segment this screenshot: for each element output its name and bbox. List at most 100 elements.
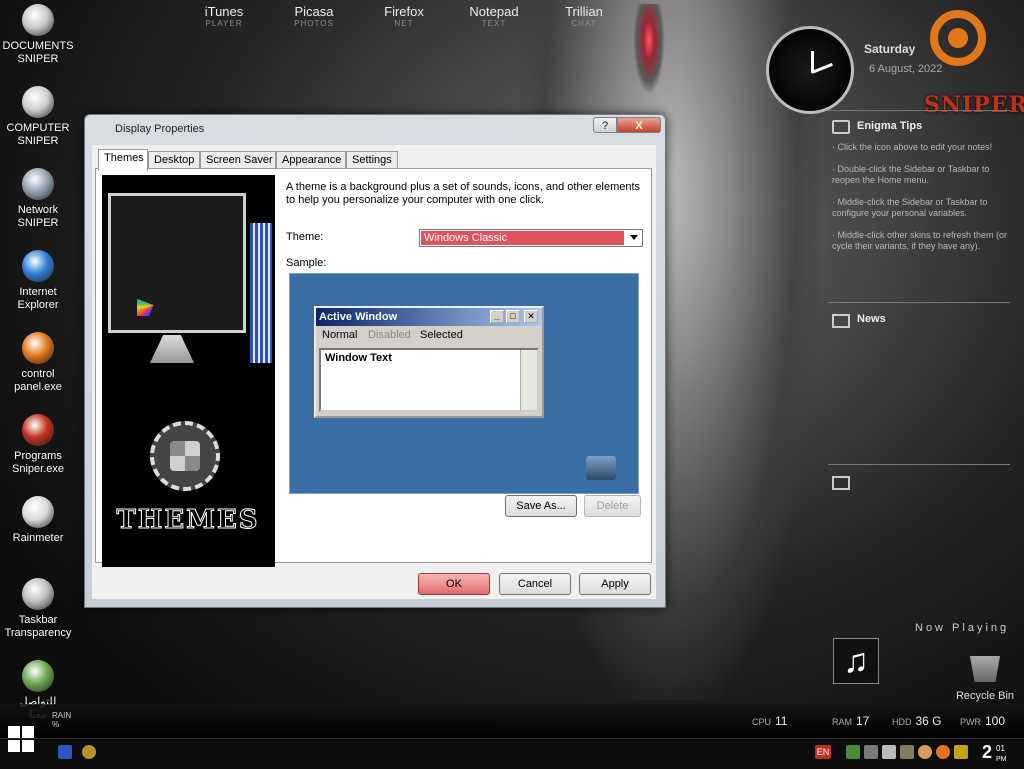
clock-hour: 2 bbox=[982, 742, 993, 762]
theme-select[interactable]: Windows Classic bbox=[419, 229, 643, 247]
dock-app-itunes[interactable]: iTunes PLAYER bbox=[196, 4, 252, 28]
ok-button[interactable]: OK bbox=[418, 573, 490, 595]
book-icon[interactable] bbox=[832, 476, 850, 490]
monitor-stand bbox=[150, 335, 194, 363]
checkbox-note-icon[interactable] bbox=[832, 120, 850, 134]
analog-clock bbox=[766, 26, 854, 114]
enigma-tips-title[interactable]: Enigma Tips bbox=[857, 120, 922, 132]
dock-app-sub: NET bbox=[394, 19, 414, 28]
sidebar-divider bbox=[828, 110, 1010, 111]
recycle-bin-label: Recycle Bin bbox=[955, 690, 1015, 702]
tip-item: · Middle-click other skins to refresh th… bbox=[832, 230, 1008, 251]
sample-menu-bar: Normal Disabled Selected bbox=[316, 326, 542, 344]
news-title[interactable]: News bbox=[857, 313, 886, 325]
dock-app-picasa[interactable]: Picasa PHOTOS bbox=[286, 4, 342, 28]
desktop-icon-label: Network SNIPER bbox=[17, 204, 59, 229]
monitor-icon bbox=[108, 193, 247, 333]
desktop-icon-label: Internet Explorer bbox=[17, 286, 59, 311]
save-as-button[interactable]: Save As... bbox=[505, 495, 577, 517]
desktop-icon-label: COMPUTER SNIPER bbox=[6, 122, 70, 147]
tab-themes[interactable]: Themes bbox=[98, 149, 148, 171]
desktop-icon[interactable]: Programs Sniper.exe bbox=[0, 414, 76, 476]
stat-label: CPU bbox=[752, 717, 772, 727]
tab-appearance[interactable]: Appearance bbox=[276, 151, 346, 169]
sample-window-text: Window Text bbox=[325, 352, 392, 364]
rainmeter-icon bbox=[22, 496, 54, 528]
tab-settings[interactable]: Settings bbox=[346, 151, 398, 169]
tip-item: · Middle-click the Sidebar or Taskbar to… bbox=[832, 197, 988, 218]
display-tray-icon[interactable] bbox=[864, 745, 878, 759]
rainmeter-dock bbox=[0, 704, 1024, 738]
dock-app-sub: PLAYER bbox=[205, 19, 243, 28]
sample-window-title: Active Window bbox=[319, 311, 398, 323]
taskbar-clock[interactable]: 2 01 PM bbox=[982, 742, 1007, 763]
pwr-stat: PWR 100 bbox=[960, 714, 1005, 728]
wand-tray-icon[interactable] bbox=[954, 745, 968, 759]
desktop-icon[interactable]: COMPUTER SNIPER bbox=[0, 86, 76, 148]
sample-text-area: Window Text bbox=[319, 348, 539, 412]
rain-unit: % bbox=[52, 720, 60, 729]
dialog-title: Display Properties bbox=[115, 123, 205, 135]
now-playing-label: Now Playing bbox=[915, 622, 1010, 634]
apply-button[interactable]: Apply bbox=[579, 573, 651, 595]
desktop-icon-label: Rainmeter bbox=[12, 532, 64, 544]
computer-icon bbox=[22, 86, 54, 118]
close-icon: ✕ bbox=[524, 310, 538, 323]
desktop-icon-label: DOCUMENTS SNIPER bbox=[2, 40, 74, 65]
desktop-icon[interactable]: Network SNIPER bbox=[0, 168, 76, 230]
recycle-bin[interactable]: Recycle Bin bbox=[947, 656, 1023, 702]
ubuntu-logo-icon bbox=[930, 10, 986, 66]
dock-app-sub: TEXT bbox=[481, 19, 507, 28]
sample-preview: Active Window _ □ ✕ Normal Disabled Sele… bbox=[289, 273, 639, 494]
delete-button[interactable]: Delete bbox=[584, 495, 641, 517]
close-button[interactable]: X bbox=[617, 117, 661, 133]
music-note-icon[interactable]: ♫ bbox=[833, 638, 879, 684]
language-indicator[interactable]: EN bbox=[815, 745, 831, 759]
help-button[interactable]: ? bbox=[593, 117, 617, 133]
tip-item: · Double-click the Sidebar or Taskbar to… bbox=[832, 164, 990, 185]
color-fan-icon bbox=[137, 206, 247, 316]
rain-widget: RAIN % bbox=[52, 711, 71, 729]
ubuntu-icon bbox=[22, 332, 54, 364]
book-icon[interactable] bbox=[832, 314, 850, 328]
desktop-icon[interactable]: Taskbar Transparency bbox=[0, 578, 76, 640]
chevron-down-icon[interactable] bbox=[630, 235, 638, 240]
dock-app-name: Trillian bbox=[565, 4, 603, 19]
globe-icon bbox=[22, 660, 54, 692]
stat-value: 11 bbox=[775, 714, 788, 728]
smiley-tray-icon[interactable] bbox=[918, 745, 932, 759]
security-tray-icon[interactable] bbox=[900, 745, 914, 759]
desktop-icon[interactable]: control panel.exe bbox=[0, 332, 76, 394]
cancel-button[interactable]: Cancel bbox=[499, 573, 571, 595]
show-desktop-icon[interactable] bbox=[58, 745, 72, 759]
ubuntu-tray-icon[interactable] bbox=[936, 745, 950, 759]
tab-screen-saver[interactable]: Screen Saver bbox=[200, 151, 276, 169]
windows-logo-icon bbox=[150, 421, 220, 491]
pc-tower-icon bbox=[250, 223, 272, 363]
desktop-icon[interactable]: DOCUMENTS SNIPER bbox=[0, 4, 76, 66]
volume-tray-icon[interactable] bbox=[882, 745, 896, 759]
dock-app-notepad[interactable]: Notepad TEXT bbox=[462, 4, 526, 28]
sniper-logo: SNIPER bbox=[924, 92, 1024, 118]
dock-app-name: Firefox bbox=[384, 4, 424, 19]
start-button[interactable] bbox=[8, 726, 36, 754]
maximize-icon: □ bbox=[506, 310, 520, 323]
quicklaunch-icon[interactable] bbox=[82, 745, 96, 759]
clock-date: 6 August, 2022 bbox=[869, 63, 943, 75]
theme-label: Theme: bbox=[286, 231, 324, 243]
desktop-icon[interactable]: Internet Explorer bbox=[0, 250, 76, 312]
stat-value: 36 G bbox=[915, 714, 942, 728]
network-tray-icon[interactable] bbox=[846, 745, 860, 759]
dock-app-name: iTunes bbox=[204, 4, 244, 19]
sample-window: Active Window _ □ ✕ Normal Disabled Sele… bbox=[314, 306, 544, 418]
themes-panel: THEMES A theme is a background plus a se… bbox=[95, 168, 652, 567]
dock-app-trillian[interactable]: Trillian CHAT bbox=[554, 4, 614, 28]
stat-value: 100 bbox=[985, 714, 1006, 728]
tab-desktop[interactable]: Desktop bbox=[148, 151, 200, 169]
desktop-icon-label: control panel.exe bbox=[14, 368, 62, 393]
clock-ampm: PM bbox=[996, 756, 1007, 763]
desktop-icon[interactable]: Rainmeter bbox=[0, 496, 76, 545]
dock-app-firefox[interactable]: Firefox NET bbox=[376, 4, 432, 28]
network-icon bbox=[22, 168, 54, 200]
toolbox-icon bbox=[586, 456, 616, 480]
